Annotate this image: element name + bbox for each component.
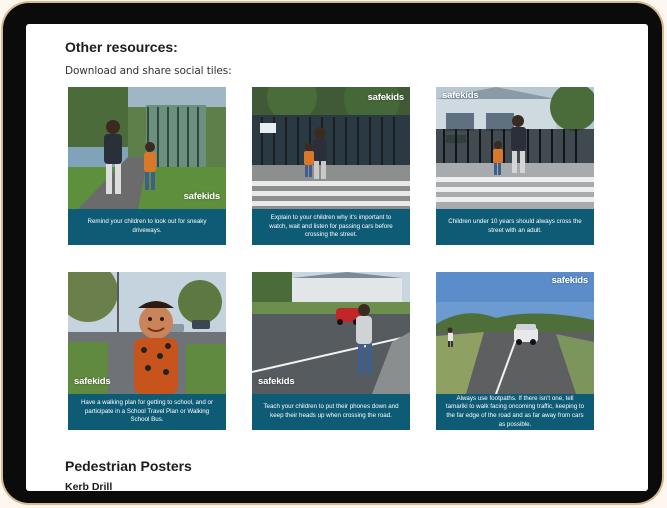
social-tile-phones-down[interactable]: safekids Teach your children to put thei… bbox=[252, 272, 410, 430]
tile-caption: Have a walking plan for getting to schoo… bbox=[68, 394, 226, 430]
tile-photo: safekids bbox=[436, 87, 594, 209]
social-tile-use-footpaths[interactable]: safekids Always use footpaths. If there … bbox=[436, 272, 594, 430]
safekids-logo: safekids bbox=[258, 376, 295, 387]
tile-photo: safekids bbox=[252, 272, 410, 394]
tablet-frame: Other resources: Download and share soci… bbox=[3, 3, 662, 503]
social-tile-driveways[interactable]: safekids Remind your children to look ou… bbox=[68, 87, 226, 245]
tile-photo: safekids bbox=[252, 87, 410, 209]
poster-item-link[interactable]: Kerb Drill bbox=[65, 481, 112, 491]
tile-photo: safekids bbox=[436, 272, 594, 394]
tile-caption: Teach your children to put their phones … bbox=[252, 394, 410, 430]
tile-caption: Explain to your children why it's import… bbox=[252, 209, 410, 245]
social-tile-walking-plan[interactable]: safekids Have a walking plan for getting… bbox=[68, 272, 226, 430]
tile-caption: Always use footpaths. If there isn't one… bbox=[436, 394, 594, 430]
social-tile-cross-with-adult[interactable]: safekids Children under 10 years should … bbox=[436, 87, 594, 245]
page-viewport: Other resources: Download and share soci… bbox=[26, 24, 648, 491]
tile-photo: safekids bbox=[68, 87, 226, 209]
safekids-logo: safekids bbox=[442, 90, 479, 101]
safekids-logo: safekids bbox=[551, 275, 589, 286]
pedestrian-posters-heading: Pedestrian Posters bbox=[65, 458, 192, 474]
resources-intro: Download and share social tiles: bbox=[65, 65, 232, 77]
safekids-logo: safekids bbox=[183, 191, 221, 202]
tile-caption: Remind your children to look out for sne… bbox=[68, 209, 226, 245]
social-tile-watch-wait-listen[interactable]: safekids Explain to your children why it… bbox=[252, 87, 410, 245]
other-resources-heading: Other resources: bbox=[65, 39, 178, 55]
tile-photo: safekids bbox=[68, 272, 226, 394]
safekids-logo: safekids bbox=[74, 376, 111, 387]
safekids-logo: safekids bbox=[367, 92, 405, 103]
tile-caption: Children under 10 years should always cr… bbox=[436, 209, 594, 245]
